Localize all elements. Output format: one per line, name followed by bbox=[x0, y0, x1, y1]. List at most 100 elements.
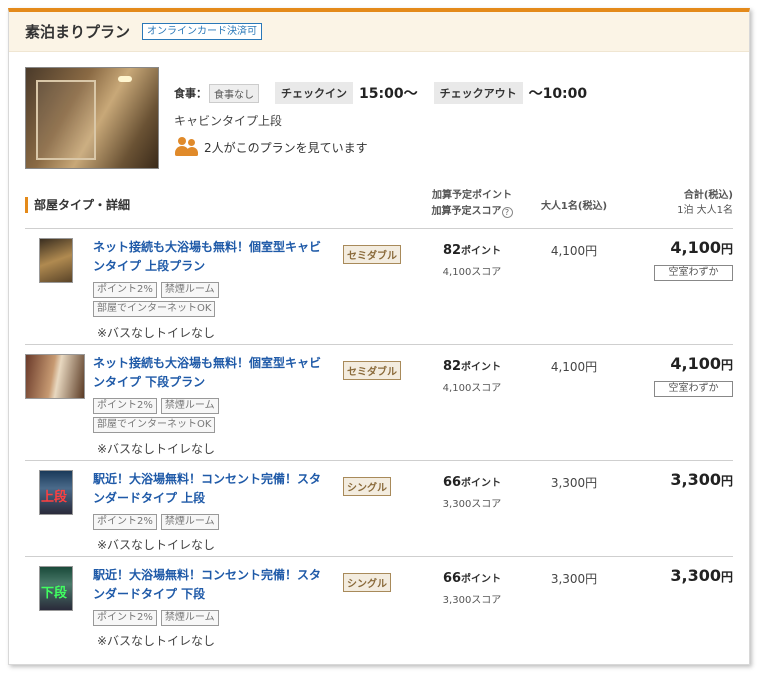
bed-type-badge: セミダブル bbox=[343, 245, 401, 264]
room-note: ※バスなしトイレなし bbox=[97, 634, 216, 648]
points-value: 66 bbox=[442, 475, 462, 490]
plan-header: 素泊まりプラン オンラインカード決済可 bbox=[9, 12, 749, 52]
score-value: 4,100スコア bbox=[442, 267, 502, 278]
points-cell: 66ポイント 3,300スコア bbox=[422, 570, 522, 606]
score-value: 4,100スコア bbox=[442, 383, 502, 394]
total-price: 4,100円 bbox=[629, 238, 733, 257]
viewers-text: 2人がこのプランを見ています bbox=[204, 140, 368, 155]
plan-title: 素泊まりプラン bbox=[25, 23, 131, 41]
divider bbox=[25, 460, 733, 461]
divider bbox=[25, 228, 733, 229]
room-tags: ポイント2% 禁煙ルーム bbox=[93, 610, 243, 626]
total-value: 3,300 bbox=[670, 566, 721, 585]
tag-nonsmoking: 禁煙ルーム bbox=[160, 282, 219, 298]
checkin-value: 15:00〜 bbox=[359, 86, 418, 102]
tag-nonsmoking: 禁煙ルーム bbox=[160, 610, 219, 626]
room-plan-link[interactable]: ネット接続も大浴場も無料！個室型キャビンタイプ 上段プラン bbox=[93, 238, 328, 276]
room-thumbnail[interactable] bbox=[25, 354, 85, 399]
tag-nonsmoking: 禁煙ルーム bbox=[160, 514, 219, 530]
meal-label: 食事： bbox=[174, 87, 207, 100]
adult-price: 3,300円 bbox=[550, 572, 598, 586]
adult-price: 4,100円 bbox=[550, 360, 598, 374]
room-row: 下段 駅近！大浴場無料！コンセント完備！スタンダードタイプ 下段 ポイント2% … bbox=[9, 558, 749, 652]
help-icon[interactable]: ? bbox=[501, 207, 513, 218]
points-value: 66 bbox=[442, 571, 462, 586]
tag-internet: 部屋でインターネットOK bbox=[93, 417, 216, 433]
checkout-label: チェックアウト bbox=[433, 82, 523, 104]
total-yen: 円 bbox=[720, 570, 733, 584]
vacancy-badge: 空室わずか bbox=[654, 265, 733, 281]
points-unit: ポイント bbox=[461, 574, 502, 585]
thumbnail-label: 上段 bbox=[41, 490, 68, 505]
tag-points: ポイント2% bbox=[93, 398, 157, 414]
viewers-indicator: 2人がこのプランを見ています bbox=[174, 137, 368, 157]
total-value: 3,300 bbox=[670, 470, 721, 489]
tag-points: ポイント2% bbox=[93, 610, 157, 626]
room-thumbnail[interactable]: 下段 bbox=[39, 566, 73, 611]
room-tags: ポイント2% 禁煙ルーム 部屋でインターネットOK bbox=[93, 282, 243, 317]
total-heading: 合計(税込) 1泊 大人1名 bbox=[629, 188, 733, 218]
plan-summary: 食事： 食事なし チェックイン 15:00〜 チェックアウト 〜10:00 キャ… bbox=[9, 52, 749, 182]
points-heading-line1: 加算予定ポイント bbox=[432, 190, 512, 201]
adult-price: 4,100円 bbox=[550, 244, 598, 258]
total-yen: 円 bbox=[720, 474, 733, 488]
tag-internet: 部屋でインターネットOK bbox=[93, 301, 216, 317]
bed-type-badge: シングル bbox=[343, 573, 391, 592]
room-row: 上段 駅近！大浴場無料！コンセント完備！スタンダードタイプ 上段 ポイント2% … bbox=[9, 462, 749, 556]
online-payment-badge: オンラインカード決済可 bbox=[142, 23, 263, 40]
plan-card: 素泊まりプラン オンラインカード決済可 食事： 食事なし チェックイン 15:0… bbox=[8, 8, 750, 665]
total-value: 4,100 bbox=[670, 354, 721, 373]
score-value: 3,300スコア bbox=[442, 595, 502, 606]
score-value: 3,300スコア bbox=[442, 499, 502, 510]
points-cell: 66ポイント 3,300スコア bbox=[422, 474, 522, 510]
total-heading-line1: 合計(税込) bbox=[683, 190, 733, 201]
bed-type-badge: シングル bbox=[343, 477, 391, 496]
room-type-heading: 部屋タイプ・詳細 bbox=[25, 197, 130, 213]
room-row: ネット接続も大浴場も無料！個室型キャビンタイプ 下段プラン ポイント2% 禁煙ル… bbox=[9, 346, 749, 460]
bed-type-badge: セミダブル bbox=[343, 361, 401, 380]
room-table-header: 部屋タイプ・詳細 加算予定ポイント 加算予定スコア? 大人1名(税込) 合計(税… bbox=[9, 188, 749, 228]
room-type-text: キャビンタイプ上段 bbox=[174, 114, 283, 128]
room-row: ネット接続も大浴場も無料！個室型キャビンタイプ 上段プラン ポイント2% 禁煙ル… bbox=[9, 230, 749, 344]
total-price: 4,100円 bbox=[629, 354, 733, 373]
room-thumbnail[interactable] bbox=[39, 238, 73, 283]
room-note: ※バスなしトイレなし bbox=[97, 538, 216, 552]
points-value: 82 bbox=[442, 243, 462, 258]
room-note: ※バスなしトイレなし bbox=[97, 442, 216, 456]
total-yen: 円 bbox=[720, 242, 733, 256]
points-unit: ポイント bbox=[461, 362, 502, 373]
room-tags: ポイント2% 禁煙ルーム bbox=[93, 514, 243, 530]
adult-price-heading: 大人1名(税込) bbox=[540, 201, 608, 212]
total-price: 3,300円 bbox=[629, 566, 733, 585]
total-value: 4,100 bbox=[670, 238, 721, 257]
points-heading: 加算予定ポイント 加算予定スコア? bbox=[422, 188, 522, 220]
total-yen: 円 bbox=[720, 358, 733, 372]
room-plan-link[interactable]: 駅近！大浴場無料！コンセント完備！スタンダードタイプ 上段 bbox=[93, 470, 328, 508]
vacancy-badge: 空室わずか bbox=[654, 381, 733, 397]
total-heading-line2: 1泊 大人1名 bbox=[677, 205, 733, 216]
room-plan-link[interactable]: ネット接続も大浴場も無料！個室型キャビンタイプ 下段プラン bbox=[93, 354, 328, 392]
thumbnail-label: 下段 bbox=[41, 586, 68, 601]
divider bbox=[25, 556, 733, 557]
points-unit: ポイント bbox=[461, 246, 502, 257]
points-cell: 82ポイント 4,100スコア bbox=[422, 358, 522, 394]
meal-value: 食事なし bbox=[209, 83, 259, 103]
room-plan-link[interactable]: 駅近！大浴場無料！コンセント完備！スタンダードタイプ 下段 bbox=[93, 566, 328, 604]
checkout-value: 〜10:00 bbox=[528, 86, 588, 102]
plan-meta: 食事： 食事なし チェックイン 15:00〜 チェックアウト 〜10:00 bbox=[174, 82, 587, 104]
checkin-label: チェックイン bbox=[275, 82, 353, 104]
adult-price: 3,300円 bbox=[550, 476, 598, 490]
points-unit: ポイント bbox=[461, 478, 502, 489]
points-cell: 82ポイント 4,100スコア bbox=[422, 242, 522, 278]
room-photo[interactable] bbox=[25, 67, 159, 169]
room-tags: ポイント2% 禁煙ルーム 部屋でインターネットOK bbox=[93, 398, 243, 433]
room-thumbnail[interactable]: 上段 bbox=[39, 470, 73, 515]
points-value: 82 bbox=[442, 359, 462, 374]
tag-points: ポイント2% bbox=[93, 514, 157, 530]
divider bbox=[25, 344, 733, 345]
points-heading-line2: 加算予定スコア bbox=[431, 206, 502, 217]
people-icon bbox=[174, 137, 200, 157]
total-price: 3,300円 bbox=[629, 470, 733, 489]
tag-points: ポイント2% bbox=[93, 282, 157, 298]
room-note: ※バスなしトイレなし bbox=[97, 326, 216, 340]
